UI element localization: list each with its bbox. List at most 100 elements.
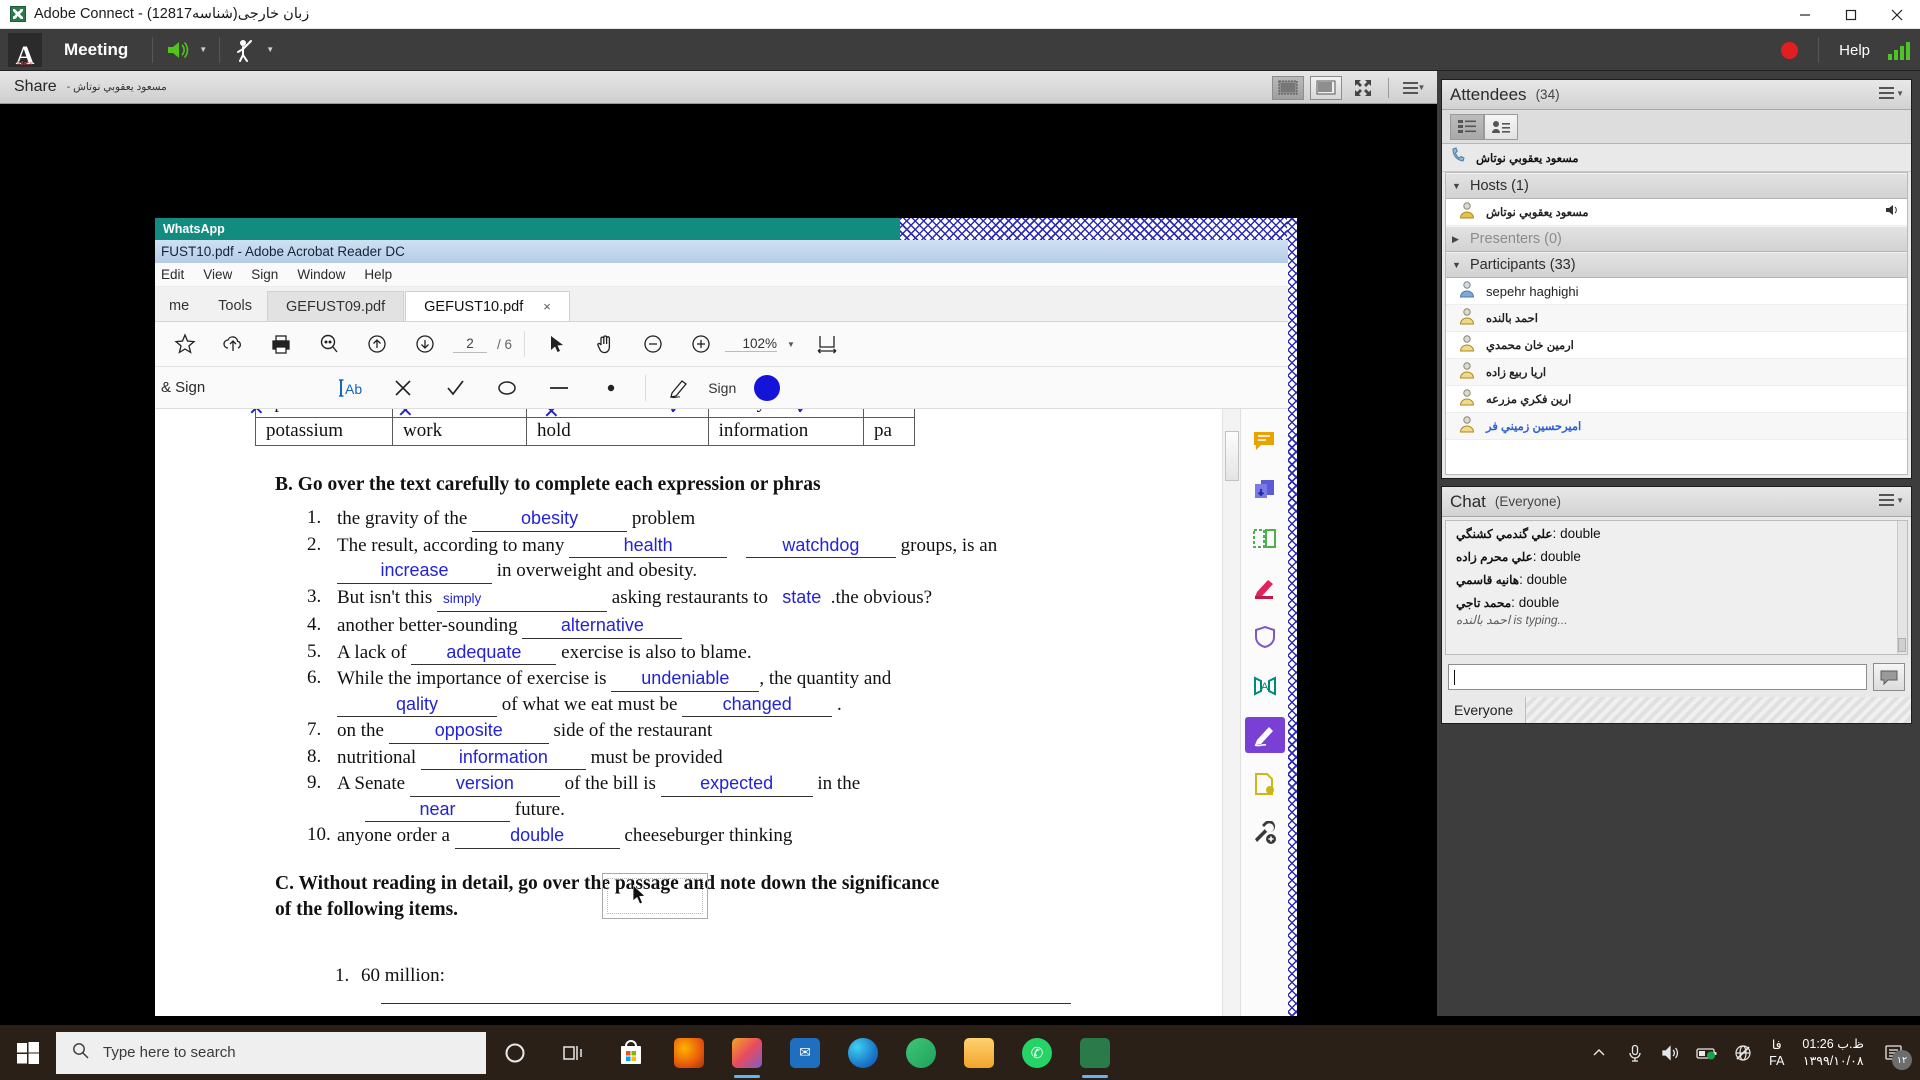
- connection-status-icon[interactable]: [1888, 40, 1910, 60]
- prev-page-icon[interactable]: [353, 324, 401, 364]
- line-mark-icon[interactable]: [533, 370, 585, 406]
- menu-sign[interactable]: Sign: [251, 267, 278, 282]
- chevron-down-icon[interactable]: ▼: [1452, 260, 1462, 270]
- attendees-pod-menu-icon[interactable]: ▼: [1879, 87, 1904, 99]
- chat-send-button[interactable]: [1873, 663, 1905, 691]
- explorer-icon[interactable]: [950, 1025, 1008, 1080]
- chevron-right-icon[interactable]: ▶: [1452, 234, 1462, 245]
- attendee-row[interactable]: sepehr haghighi: [1446, 278, 1907, 305]
- answer-blank[interactable]: information: [420, 745, 586, 770]
- photos-icon[interactable]: [718, 1025, 776, 1080]
- battery-icon[interactable]: [1689, 1025, 1725, 1080]
- attendee-row[interactable]: احمد بالنده: [1446, 305, 1907, 332]
- fit-page-icon[interactable]: [803, 324, 851, 364]
- upload-cloud-icon[interactable]: [209, 324, 257, 364]
- windows-logo-icon[interactable]: [0, 1025, 56, 1080]
- chevron-down-icon[interactable]: ▼: [1452, 181, 1462, 191]
- microsoft-store-icon[interactable]: [602, 1025, 660, 1080]
- recording-indicator-icon[interactable]: [1781, 41, 1799, 59]
- answer-blank[interactable]: watchdog: [745, 533, 896, 558]
- more-tools-icon[interactable]: [1245, 815, 1285, 851]
- screen-small-icon[interactable]: [1272, 75, 1304, 100]
- prepare-form-icon[interactable]: [1245, 766, 1285, 802]
- scrollbar-thumb[interactable]: [1898, 638, 1906, 652]
- answer-blank[interactable]: near: [365, 797, 510, 822]
- organize-pages-icon[interactable]: [1245, 521, 1285, 557]
- tab-tools[interactable]: Tools: [204, 291, 266, 321]
- screen-large-icon[interactable]: [1310, 75, 1342, 100]
- speaker-dropdown-caret[interactable]: ▼: [195, 34, 211, 66]
- notifications-icon[interactable]: ۱۲: [1874, 1025, 1914, 1080]
- zoom-dropdown-caret[interactable]: ▼: [787, 340, 795, 349]
- zoom-search-icon[interactable]: [305, 324, 353, 364]
- attendee-row[interactable]: امیرحسین زمیني فر: [1446, 413, 1907, 440]
- next-page-icon[interactable]: [401, 324, 449, 364]
- answer-blank[interactable]: obesity: [472, 506, 628, 532]
- highlight-icon[interactable]: [1245, 570, 1285, 606]
- circle-mark-icon[interactable]: [481, 370, 533, 406]
- protect-icon[interactable]: [1245, 619, 1285, 655]
- edge-icon[interactable]: [834, 1025, 892, 1080]
- list-view-icon[interactable]: [1450, 113, 1484, 140]
- attendee-row[interactable]: اریا ربیع زاده: [1446, 359, 1907, 386]
- chat-input[interactable]: [1448, 664, 1867, 690]
- answer-blank[interactable]: alternative: [522, 613, 683, 639]
- dot-mark-icon[interactable]: [585, 370, 637, 406]
- group-presenters[interactable]: ▶ Presenters (0): [1446, 226, 1907, 252]
- close-button[interactable]: [1874, 0, 1920, 29]
- group-hosts[interactable]: ▼ Hosts (1): [1446, 173, 1907, 199]
- menu-view[interactable]: View: [203, 267, 232, 282]
- media-icon[interactable]: [892, 1025, 950, 1080]
- speaker-control[interactable]: ▼: [159, 34, 213, 66]
- answer-blank[interactable]: state: [773, 585, 831, 610]
- print-icon[interactable]: [257, 324, 305, 364]
- answer-blank[interactable]: increase: [337, 558, 492, 584]
- answer-blank[interactable]: qality: [337, 692, 497, 717]
- adobe-connect-icon[interactable]: [1066, 1025, 1124, 1080]
- answer-blank[interactable]: simply: [437, 587, 608, 612]
- my-status-row[interactable]: مسعود يعقوبي نوتاش: [1442, 144, 1911, 172]
- hand-icon[interactable]: [581, 324, 629, 364]
- firefox-icon[interactable]: [660, 1025, 718, 1080]
- help-menu[interactable]: Help: [1839, 42, 1870, 59]
- minimize-button[interactable]: [1782, 0, 1828, 29]
- answer-blank[interactable]: opposite: [388, 718, 549, 744]
- check-mark-icon[interactable]: [429, 370, 481, 406]
- group-participants[interactable]: ▼ Participants (33): [1446, 252, 1907, 278]
- signature-pen-icon[interactable]: [654, 370, 706, 406]
- network-globe-icon[interactable]: [1725, 1025, 1761, 1080]
- answer-blank[interactable]: adequate: [411, 640, 557, 665]
- answer-blank-selected[interactable]: double: [454, 823, 620, 849]
- attendees-list[interactable]: ▼ Hosts (1) مسعود يعقوبي نوتاش ▶ Present…: [1445, 172, 1908, 475]
- scrollbar-thumb[interactable]: [1225, 431, 1239, 481]
- page-indicator[interactable]: 2 / 6: [453, 336, 512, 353]
- raise-hand-dropdown-caret[interactable]: ▼: [262, 34, 278, 66]
- mail-icon[interactable]: ✉: [776, 1025, 834, 1080]
- chat-pod-menu-icon[interactable]: ▼: [1879, 494, 1904, 506]
- sign-label[interactable]: Sign: [708, 380, 736, 396]
- raise-hand-icon[interactable]: [228, 34, 262, 66]
- zoom-level-value[interactable]: 102%: [725, 336, 778, 352]
- meeting-menu[interactable]: Meeting: [64, 40, 128, 60]
- speaker-host-icon[interactable]: [1885, 203, 1901, 222]
- cortana-icon[interactable]: [486, 1025, 544, 1080]
- chat-tab-everyone[interactable]: Everyone: [1442, 697, 1527, 723]
- attendee-row[interactable]: ارین فکري مزرعه: [1446, 386, 1907, 413]
- volume-icon[interactable]: [1653, 1025, 1689, 1080]
- search-box[interactable]: Type here to search: [56, 1031, 486, 1074]
- export-pdf-icon[interactable]: [1245, 472, 1285, 508]
- task-view-icon[interactable]: [544, 1025, 602, 1080]
- tab-home[interactable]: me: [155, 291, 203, 321]
- pod-menu-icon[interactable]: ▼: [1399, 75, 1429, 101]
- star-icon[interactable]: [161, 324, 209, 364]
- tab-gefust09[interactable]: GEFUST09.pdf: [267, 291, 405, 321]
- chat-message-list[interactable]: علي گندمي کشنگي: double علي محرم زاده: d…: [1445, 520, 1908, 655]
- show-hidden-icons[interactable]: [1581, 1025, 1617, 1080]
- answer-blank[interactable]: health: [569, 533, 728, 558]
- comment-icon[interactable]: [1245, 423, 1285, 459]
- language-indicator[interactable]: فا FA: [1761, 1037, 1792, 1069]
- menu-window[interactable]: Window: [297, 267, 345, 282]
- cross-mark-icon[interactable]: [377, 370, 429, 406]
- answer-blank[interactable]: changed: [682, 692, 833, 717]
- shared-screen-canvas[interactable]: WhatsApp FUST10.pdf - Adobe Acrobat Read…: [0, 104, 1437, 1016]
